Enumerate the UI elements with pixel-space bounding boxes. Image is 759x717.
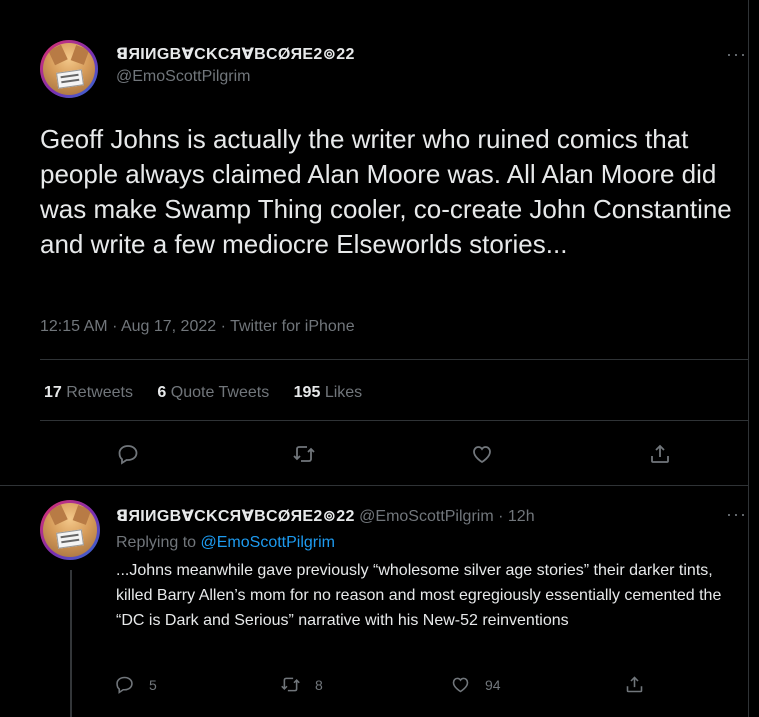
divider — [40, 359, 748, 360]
tweet-time[interactable]: 12:15 AM — [40, 318, 108, 335]
section-divider — [0, 485, 748, 486]
reply-header: ꓭЯIИGBⱯCKCЯⱯBCØЯE2⊚22 @EmoScottPilgrim ·… — [116, 506, 535, 526]
replying-to-link[interactable]: @EmoScottPilgrim — [201, 534, 336, 551]
reply-button[interactable]: 5 — [114, 674, 157, 695]
tweet-date[interactable]: Aug 17, 2022 — [121, 318, 216, 335]
share-icon — [626, 676, 643, 693]
share-button[interactable] — [624, 674, 659, 695]
like-count: 94 — [485, 676, 501, 693]
reply-actions: 5 8 94 — [114, 674, 674, 698]
retweet-count: 8 — [315, 676, 323, 693]
reply-icon — [116, 676, 133, 694]
retweets-stat[interactable]: 17 Retweets — [44, 384, 133, 401]
quote-tweets-stat[interactable]: 6 Quote Tweets — [157, 384, 269, 401]
main-avatar[interactable] — [40, 40, 98, 98]
tweet-actions — [40, 440, 748, 470]
reply-avatar[interactable] — [40, 500, 100, 560]
retweet-button[interactable]: 8 — [280, 674, 323, 695]
reply-age[interactable]: 12h — [508, 508, 535, 525]
reply-count: 5 — [149, 676, 157, 693]
more-options-button[interactable]: ··· — [726, 44, 747, 65]
column-border — [748, 0, 749, 717]
retweet-icon[interactable] — [290, 440, 318, 468]
replying-to: Replying to @EmoScottPilgrim — [116, 534, 335, 552]
share-icon[interactable] — [646, 440, 674, 468]
thread-line — [70, 570, 72, 717]
reply-text: ...Johns meanwhile gave previously “whol… — [116, 562, 722, 629]
reply-display-name[interactable]: ꓭЯIИGBⱯCKCЯⱯBCØЯE2⊚22 — [116, 508, 355, 525]
separator: · — [498, 508, 504, 525]
like-button[interactable]: 94 — [450, 674, 501, 695]
replying-to-label: Replying to — [116, 534, 197, 551]
reply-icon[interactable] — [114, 440, 142, 468]
like-icon[interactable] — [468, 440, 496, 468]
main-author[interactable]: ꓭЯIИGBⱯCKCЯⱯBCØЯE2⊚22 @EmoScottPilgrim — [116, 44, 355, 86]
tweet-stats: 17 Retweets 6 Quote Tweets 195 Likes — [44, 384, 382, 402]
reply-handle[interactable]: @EmoScottPilgrim — [359, 508, 494, 525]
author-display-name[interactable]: ꓭЯIИGBⱯCKCЯⱯBCØЯE2⊚22 — [116, 44, 355, 64]
author-handle[interactable]: @EmoScottPilgrim — [116, 68, 355, 86]
retweet-icon — [281, 677, 300, 692]
tweet-meta: 12:15 AM · Aug 17, 2022 · Twitter for iP… — [40, 318, 355, 335]
tweet-text: Geoff Johns is actually the writer who r… — [40, 124, 732, 259]
likes-stat[interactable]: 195 Likes — [294, 384, 363, 401]
reply-more-options-button[interactable]: ··· — [726, 504, 747, 525]
divider — [40, 420, 748, 421]
tweet-source[interactable]: Twitter for iPhone — [230, 318, 355, 335]
tweet-thread-page: ꓭЯIИGBⱯCKCЯⱯBCØЯE2⊚22 @EmoScottPilgrim ·… — [0, 0, 759, 717]
like-icon — [452, 677, 469, 693]
